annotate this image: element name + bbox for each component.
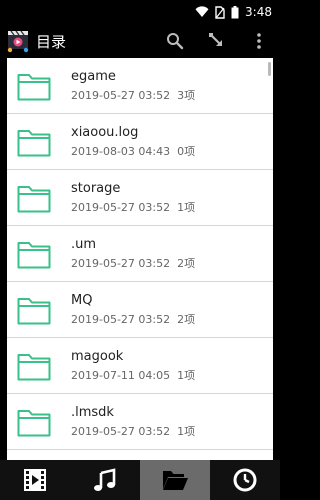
bottom-nav: [0, 460, 280, 500]
folder-icon: [17, 129, 51, 156]
file-name: magook: [71, 348, 124, 364]
tab-music[interactable]: [70, 460, 140, 500]
search-icon[interactable]: [154, 24, 196, 58]
file-name: egame: [71, 68, 116, 84]
file-modified: 2019-05-27 03:52: [71, 88, 171, 102]
file-row[interactable]: .um 2019-05-27 03:52 2项: [7, 226, 273, 282]
file-name: storage: [71, 180, 121, 196]
file-name: MQ: [71, 292, 93, 308]
clock-icon: [233, 468, 257, 492]
app-bar: 目录: [0, 24, 280, 58]
file-row[interactable]: magook 2019-07-11 04:05 1项: [7, 338, 273, 394]
file-row[interactable]: egame 2019-05-27 03:52 3项: [7, 58, 273, 114]
video-icon: [24, 469, 46, 491]
file-count: 2项: [177, 256, 196, 270]
file-modified: 2019-08-03 04:43: [71, 144, 171, 158]
file-list[interactable]: egame 2019-05-27 03:52 3项 xiaoou.log 201…: [7, 58, 273, 460]
file-row[interactable]: xiaoou.log 2019-08-03 04:43 0项: [7, 114, 273, 170]
tab-history[interactable]: [210, 460, 280, 500]
music-icon: [94, 468, 116, 491]
file-modified: 2019-05-27 03:52: [71, 200, 171, 214]
file-name: .lmsdk: [71, 404, 114, 420]
file-modified: 2019-05-27 03:52: [71, 256, 171, 270]
folder-icon: [17, 241, 51, 268]
folder-icon: [17, 409, 51, 436]
file-name: .um: [71, 236, 97, 252]
file-modified: 2019-07-11 04:05: [71, 368, 171, 382]
file-row[interactable]: .lmsdk 2019-05-27 03:52 1项: [7, 394, 273, 450]
status-bar: 3:48: [0, 0, 280, 24]
file-modified: 2019-05-27 03:52: [71, 312, 171, 326]
folder-open-icon: [163, 471, 188, 490]
tab-video[interactable]: [0, 460, 70, 500]
file-count: 1项: [177, 200, 196, 214]
file-name: xiaoou.log: [71, 124, 139, 140]
folder-icon: [17, 185, 51, 212]
file-count: 1项: [177, 424, 196, 438]
battery-icon: [231, 5, 239, 19]
file-modified: 2019-05-27 03:52: [71, 424, 171, 438]
download-icon[interactable]: [196, 24, 238, 58]
file-count: 3项: [177, 88, 196, 102]
folder-icon: [17, 297, 51, 324]
folder-icon: [17, 73, 51, 100]
no-sim-icon: [215, 5, 225, 19]
status-time: 3:48: [245, 5, 272, 19]
app-title: 目录: [36, 32, 67, 51]
wifi-icon: [195, 6, 209, 18]
file-row[interactable]: storage 2019-05-27 03:52 1项: [7, 170, 273, 226]
file-row[interactable]: MQ 2019-05-27 03:52 2项: [7, 282, 273, 338]
app-logo-icon: [6, 28, 32, 54]
folder-icon: [17, 353, 51, 380]
tab-files[interactable]: [140, 460, 210, 500]
file-count: 2项: [177, 312, 196, 326]
file-count: 0项: [177, 144, 196, 158]
file-count: 1项: [177, 368, 196, 382]
more-vert-icon[interactable]: [238, 24, 280, 58]
